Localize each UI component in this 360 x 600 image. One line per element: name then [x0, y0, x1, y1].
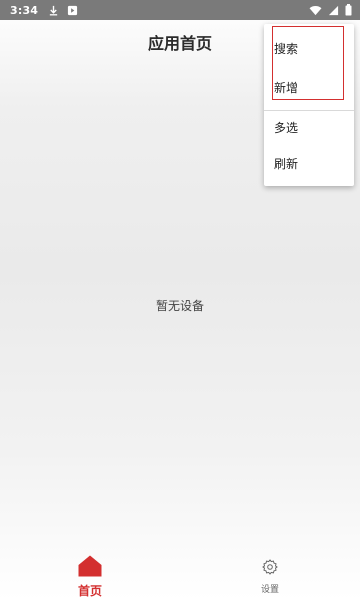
battery-icon [345, 4, 352, 16]
menu-item-multiselect[interactable]: 多选 [264, 109, 354, 145]
home-icon [78, 555, 102, 581]
status-time: 3:34 [10, 3, 39, 17]
app-screen: 3:34 应用首页 暂无设备 搜索 新增 多选 刷新 首页 设置 [0, 0, 360, 600]
menu-item-label: 多选 [274, 120, 299, 135]
menu-item-search[interactable]: 搜索 [264, 30, 354, 66]
bottom-nav: 首页 设置 [0, 545, 360, 600]
nav-item-home[interactable]: 首页 [50, 545, 130, 600]
status-right-icons [309, 0, 352, 20]
menu-item-label: 搜索 [274, 41, 299, 56]
nav-item-settings[interactable]: 设置 [230, 545, 310, 600]
overflow-menu: 搜索 新增 多选 刷新 [264, 24, 354, 186]
menu-item-label: 新增 [274, 80, 299, 95]
notification-icon [67, 5, 78, 16]
empty-state-text: 暂无设备 [155, 299, 204, 313]
status-left-icons [48, 5, 78, 16]
nav-label-home: 首页 [77, 584, 102, 598]
status-bar: 3:34 [0, 0, 360, 20]
gear-icon [262, 559, 278, 579]
menu-item-refresh[interactable]: 刷新 [264, 145, 354, 181]
menu-item-label: 刷新 [274, 156, 299, 171]
nav-label-settings: 设置 [260, 585, 279, 595]
menu-item-add[interactable]: 新增 [264, 69, 354, 105]
signal-icon [328, 5, 339, 16]
download-icon [48, 5, 59, 16]
wifi-icon [309, 5, 322, 16]
